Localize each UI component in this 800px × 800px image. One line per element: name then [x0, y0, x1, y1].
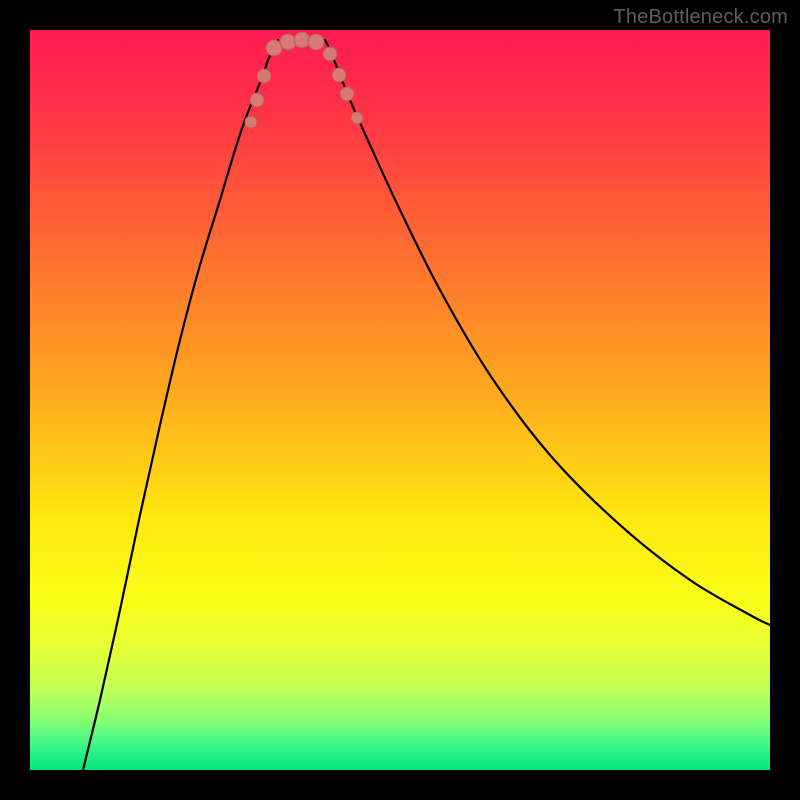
- right-curve: [325, 40, 770, 625]
- data-marker: [332, 68, 346, 82]
- data-marker: [351, 112, 363, 124]
- outer-frame: TheBottleneck.com: [0, 0, 800, 800]
- data-marker: [323, 47, 337, 61]
- data-marker: [280, 34, 296, 50]
- data-marker: [294, 32, 310, 48]
- data-marker: [257, 69, 271, 83]
- data-markers: [245, 32, 363, 128]
- watermark-text: TheBottleneck.com: [613, 6, 788, 29]
- data-marker: [340, 87, 354, 101]
- data-marker: [308, 34, 324, 50]
- data-marker: [250, 93, 264, 107]
- left-curve: [83, 40, 278, 770]
- data-marker: [245, 116, 257, 128]
- chart-canvas: [30, 30, 770, 770]
- plot-area: [30, 30, 770, 770]
